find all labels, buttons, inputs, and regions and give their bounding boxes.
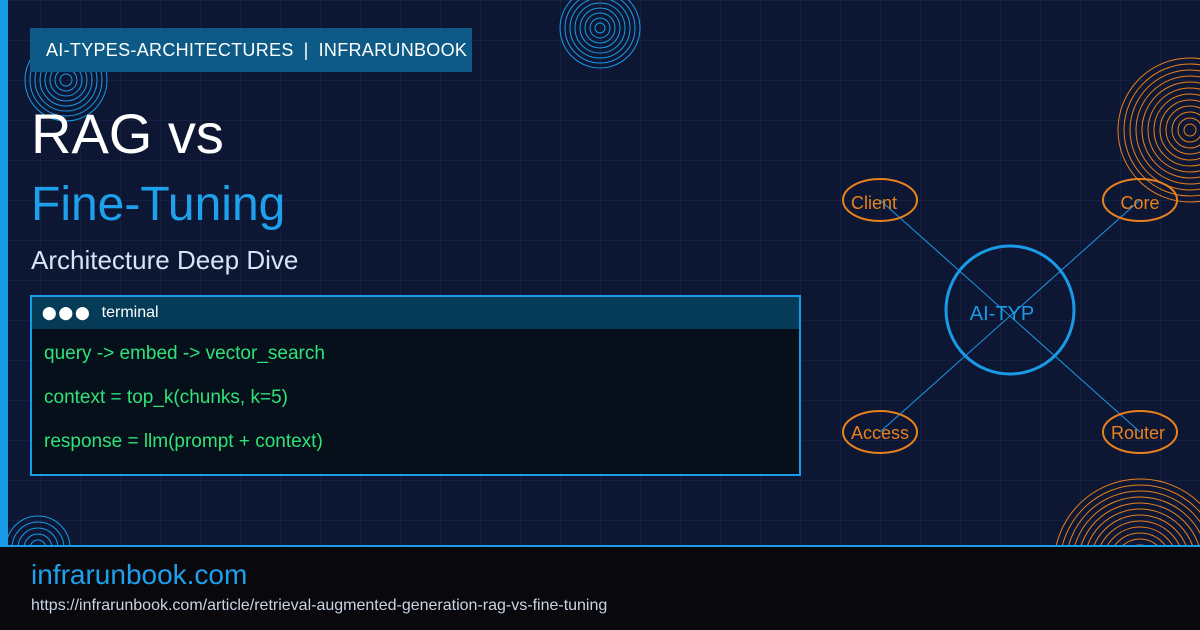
footer-domain-link[interactable]: infrarunbook.com [31, 559, 247, 591]
architecture-diagram: AI-TYP Client Core Access Router [842, 178, 1178, 454]
node-client-label: Client [851, 193, 897, 213]
node-access-label: Access [851, 423, 909, 443]
center-node-label: AI-TYP [970, 303, 1034, 325]
node-router-label: Router [1111, 423, 1165, 443]
footer-article-url[interactable]: https://infrarunbook.com/article/retriev… [31, 597, 607, 615]
node-core-label: Core [1120, 193, 1159, 213]
footer: infrarunbook.com https://infrarunbook.co… [0, 545, 1200, 630]
